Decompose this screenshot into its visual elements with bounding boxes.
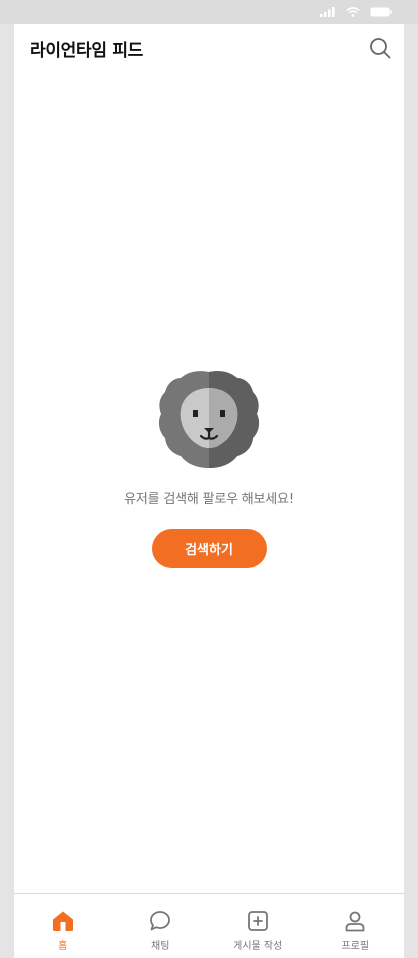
tab-profile[interactable]: 프로필 (307, 894, 405, 958)
tab-label: 게시물 작성 (233, 941, 283, 952)
top-app-bar: 라이언타임 피드 (14, 24, 404, 72)
search-icon (370, 38, 391, 59)
tab-label: 홈 (58, 941, 68, 952)
plus-square-icon (247, 911, 268, 931)
lion-logo-icon (158, 371, 260, 468)
tab-label: 채팅 (151, 941, 170, 952)
app-screen: 라이언타임 피드 유저를 검색해 팔로우 해보세요! 검색하기 홈 채팅 게시물… (14, 24, 404, 958)
tab-label: 프로필 (341, 941, 370, 952)
empty-feed-state: 유저를 검색해 팔로우 해보세요! 검색하기 (14, 368, 404, 568)
empty-state-message: 유저를 검색해 팔로우 해보세요! (124, 492, 294, 507)
user-icon (345, 911, 365, 932)
home-icon (52, 911, 73, 931)
tab-create-post[interactable]: 게시물 작성 (209, 894, 307, 958)
search-users-button[interactable]: 검색하기 (151, 529, 267, 568)
page-title: 라이언타임 피드 (30, 41, 143, 61)
signal-icon (320, 7, 335, 17)
chat-bubble-icon (150, 911, 171, 931)
status-bar (0, 0, 418, 24)
tab-home[interactable]: 홈 (14, 894, 112, 958)
bottom-tab-bar: 홈 채팅 게시물 작성 프로필 (14, 893, 404, 958)
battery-icon (370, 7, 392, 17)
wifi-icon (346, 7, 360, 17)
search-button[interactable] (368, 36, 392, 60)
tab-chat[interactable]: 채팅 (112, 894, 210, 958)
